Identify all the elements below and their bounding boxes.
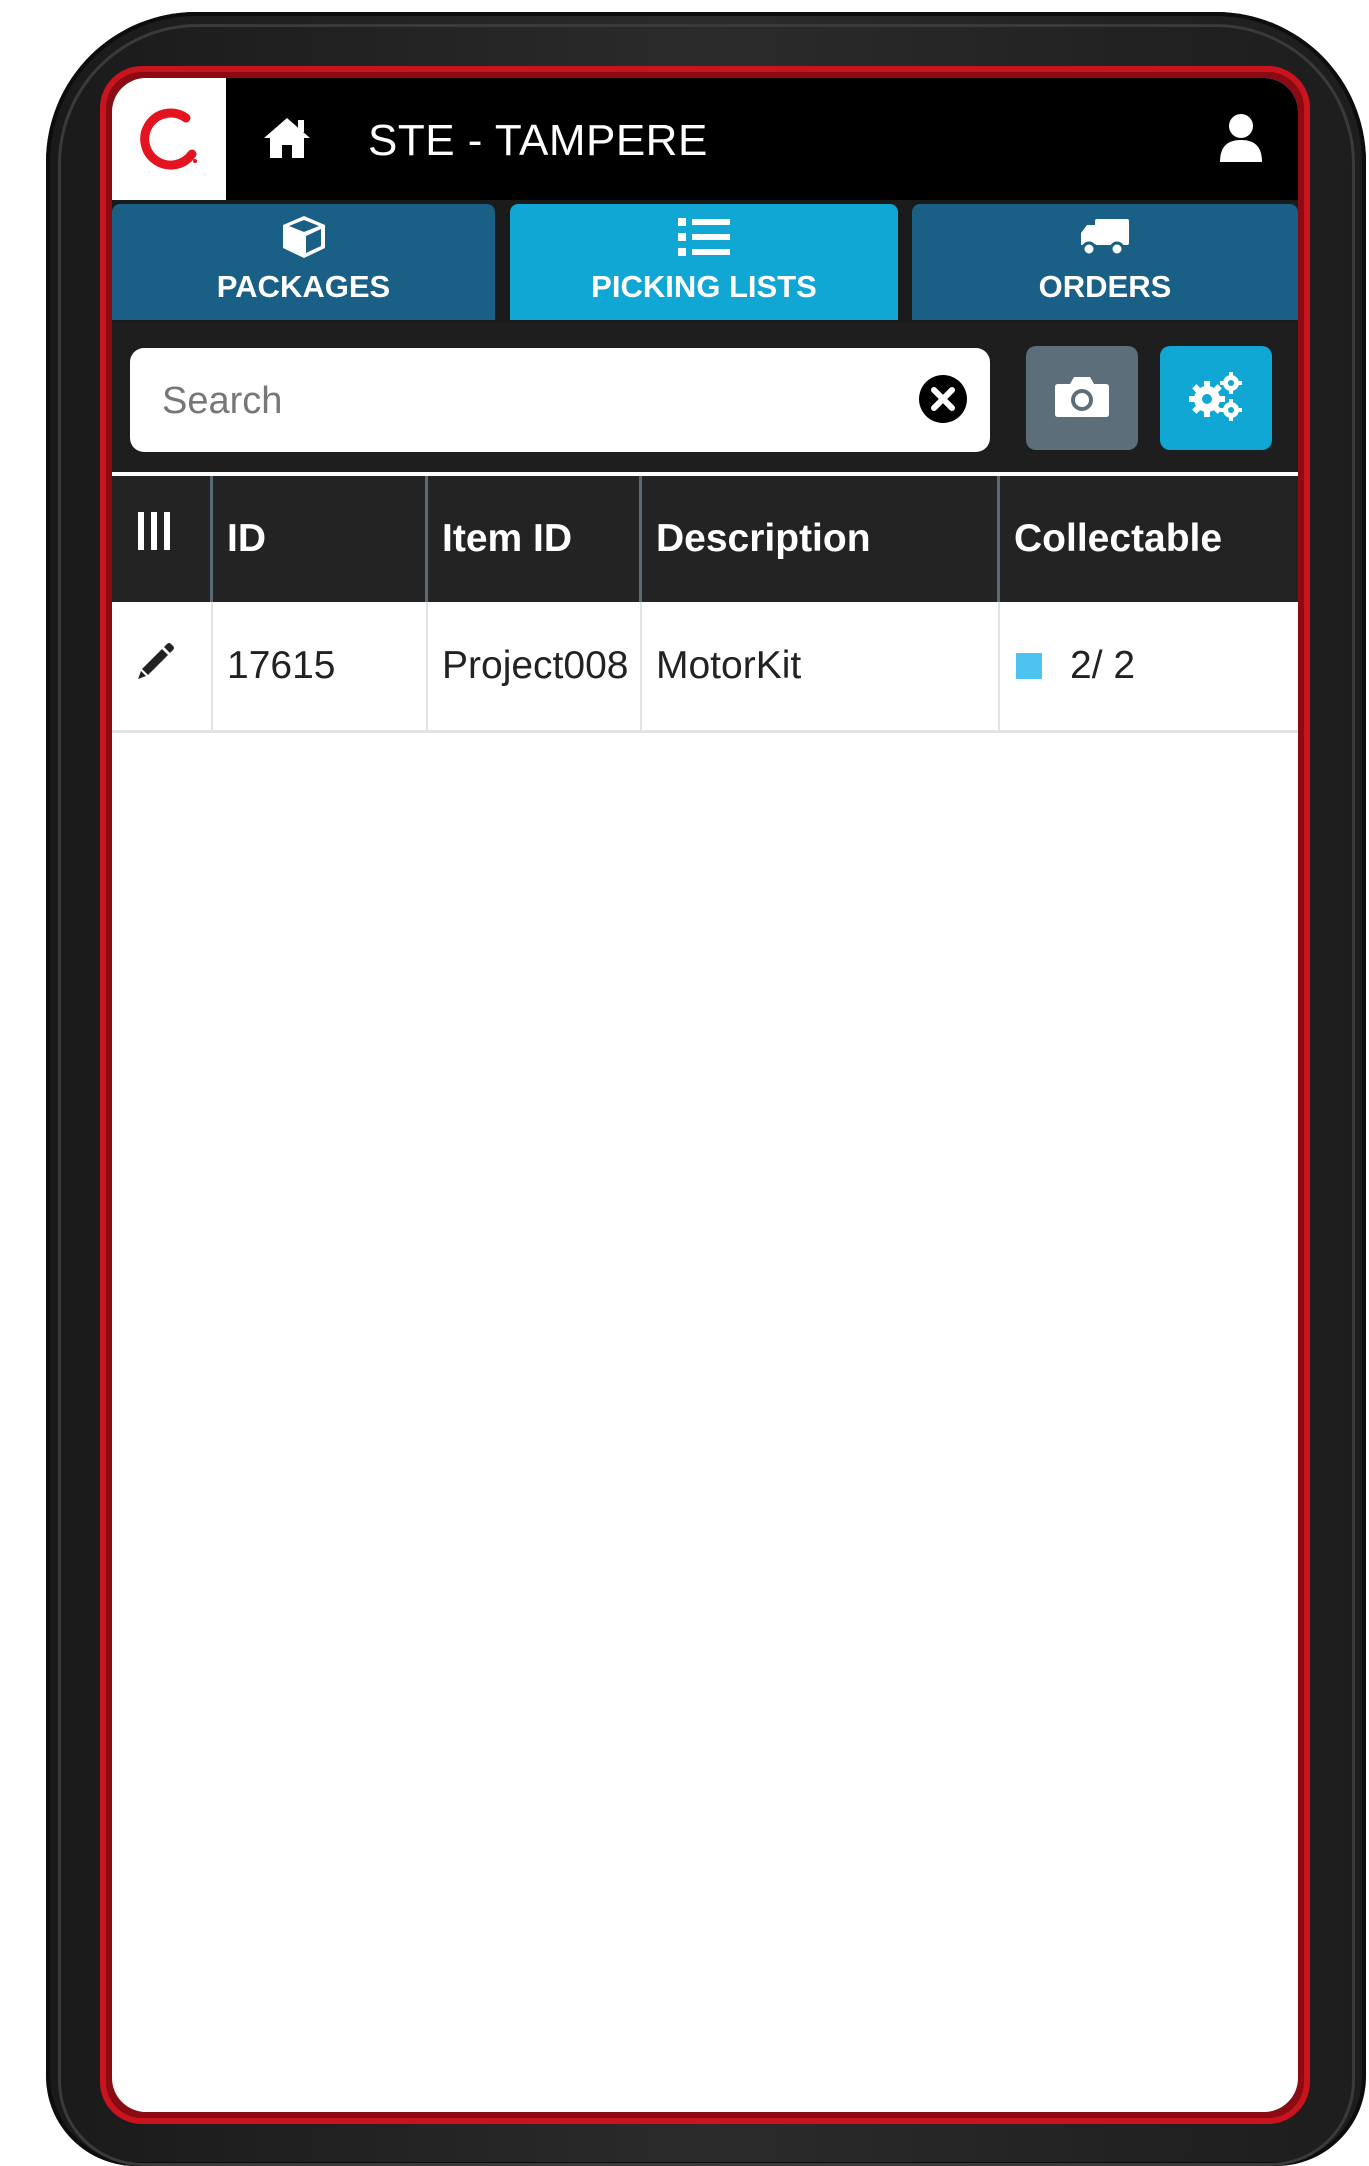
cube-icon	[280, 215, 328, 259]
truck-icon	[1079, 215, 1131, 259]
column-header-description[interactable]: Description	[642, 476, 1000, 602]
app-screen: STE - TAMPERE PACKAGES PICKING LISTS ORD…	[112, 78, 1298, 2112]
column-menu[interactable]	[112, 476, 213, 602]
columns-icon	[138, 512, 170, 560]
tab-bar: PACKAGES PICKING LISTS ORDERS	[112, 200, 1298, 322]
brand-logo[interactable]	[112, 78, 226, 200]
tab-label: PACKAGES	[216, 269, 391, 304]
status-indicator	[1016, 653, 1042, 679]
tab-picking-lists[interactable]: PICKING LISTS	[510, 204, 898, 320]
cell-id: 17615	[213, 602, 428, 730]
tab-label: PICKING LISTS	[591, 269, 817, 304]
clear-search-icon[interactable]	[918, 374, 968, 429]
column-header-id[interactable]: ID	[213, 476, 428, 602]
column-header-collectable[interactable]: Collectable	[1000, 476, 1298, 602]
column-header-item-id[interactable]: Item ID	[428, 476, 642, 602]
settings-button[interactable]	[1160, 346, 1272, 450]
cell-description: MotorKit	[642, 602, 1000, 730]
tab-orders[interactable]: ORDERS	[912, 204, 1298, 320]
tab-packages[interactable]: PACKAGES	[112, 204, 495, 320]
home-icon[interactable]	[262, 116, 312, 165]
search-toolbar	[112, 322, 1298, 472]
table-header: ID Item ID Description Collectable	[112, 476, 1298, 602]
app-header: STE - TAMPERE	[112, 78, 1298, 200]
camera-button[interactable]	[1026, 346, 1138, 450]
search-input[interactable]	[160, 368, 924, 434]
pencil-icon[interactable]	[136, 641, 176, 691]
user-icon[interactable]	[1218, 112, 1264, 169]
brand-logo-icon	[140, 108, 197, 170]
gears-icon	[1187, 369, 1245, 428]
list-icon	[678, 215, 730, 259]
app-title: STE - TAMPERE	[368, 116, 708, 165]
edit-cell[interactable]	[112, 602, 213, 730]
cell-collectable: 2/ 2	[1000, 602, 1298, 730]
cell-item-id: Project008	[428, 602, 642, 730]
table-row[interactable]: 17615 Project008 MotorKit 2/ 2	[112, 602, 1298, 733]
search-field	[130, 348, 990, 452]
tab-label: ORDERS	[1038, 269, 1172, 304]
camera-icon	[1054, 374, 1110, 423]
collectable-count: 2/ 2	[1070, 644, 1136, 687]
